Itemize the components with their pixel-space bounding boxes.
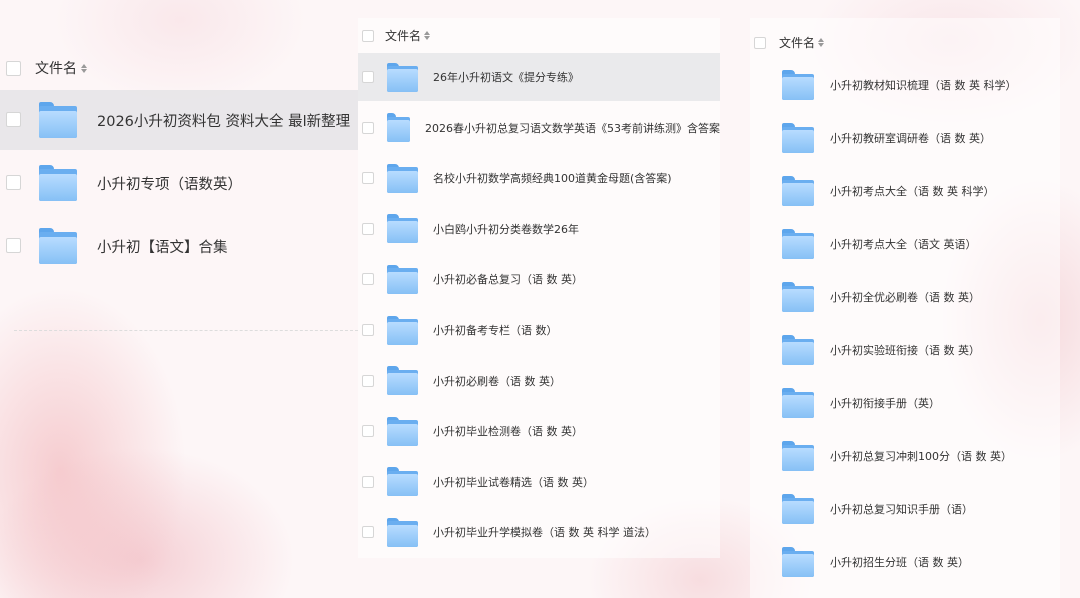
folder-icon <box>387 62 418 92</box>
folder-icon <box>387 214 418 244</box>
file-name[interactable]: 名校小升初数学高频经典100道黄金母题(含答案) <box>433 170 672 186</box>
folder-icon <box>782 441 814 471</box>
list-header: 文件名 <box>754 34 825 51</box>
folder-icon <box>387 264 418 294</box>
file-name[interactable]: 小升初考点大全（语文 英语） <box>830 236 977 252</box>
file-row[interactable]: 小白鸥小升初分类卷数学26年 <box>358 205 720 253</box>
row-checkbox[interactable] <box>6 175 21 190</box>
file-row[interactable]: 小升初考点大全（语 数 英 科学） <box>750 166 1060 216</box>
folder-icon <box>782 123 814 153</box>
file-row[interactable]: 小升初教研室调研卷（语 数 英） <box>750 113 1060 163</box>
folder-icon <box>782 388 814 418</box>
file-row[interactable]: 小升初全优必刷卷（语 数 英） <box>750 272 1060 322</box>
file-list-panel-2: 文件名 26年小升初语文《提分专练》 2026春小升初总复习语文数学英语《53考前… <box>358 18 720 558</box>
row-checkbox[interactable] <box>362 425 374 438</box>
file-row[interactable]: 小升初考点大全（语文 英语） <box>750 219 1060 269</box>
folder-icon <box>782 547 814 577</box>
row-checkbox[interactable] <box>362 273 374 286</box>
file-row[interactable]: 小升初备考专栏（语 数） <box>358 306 720 354</box>
folder-icon <box>387 517 418 547</box>
file-name[interactable]: 小升初教材知识梳理（语 数 英 科学） <box>830 77 1017 93</box>
file-row[interactable]: 小升初毕业升学模拟卷（语 数 英 科学 道法） <box>358 508 720 556</box>
file-row[interactable]: 小升初衔接手册（英） <box>750 378 1060 428</box>
row-checkbox[interactable] <box>6 238 21 253</box>
list-header: 文件名 <box>6 58 87 78</box>
file-name[interactable]: 小升初备考专栏（语 数） <box>433 322 558 338</box>
folder-icon <box>782 335 814 365</box>
file-name[interactable]: 小升初总复习冲刺100分（语 数 英） <box>830 448 1012 464</box>
folder-icon <box>387 163 418 193</box>
file-name[interactable]: 小升初实验班衔接（语 数 英） <box>830 342 980 358</box>
folder-icon <box>387 315 418 345</box>
sort-icon[interactable] <box>81 63 87 73</box>
row-checkbox[interactable] <box>362 374 374 387</box>
column-header-filename[interactable]: 文件名 <box>385 27 421 44</box>
file-row[interactable]: 小升初专项（语数英） <box>0 153 358 213</box>
select-all-checkbox[interactable] <box>6 60 21 76</box>
row-checkbox[interactable] <box>362 526 374 539</box>
file-row[interactable]: 小升初教材知识梳理（语 数 英 科学） <box>750 60 1060 110</box>
file-list-panel-1: 文件名 2026小升初资料包 资料大全 最l新整理 小升初专项（语数英） 小升初【语… <box>0 40 358 340</box>
folder-icon <box>387 416 418 446</box>
file-name[interactable]: 小升初总复习知识手册（语） <box>830 501 973 517</box>
file-name[interactable]: 小升初毕业试卷精选（语 数 英） <box>433 474 594 490</box>
file-row[interactable]: 小升初必备总复习（语 数 英） <box>358 255 720 303</box>
file-name[interactable]: 小升初必刷卷（语 数 英） <box>433 373 561 389</box>
file-row[interactable]: 2026春小升初总复习语文数学英语《53考前讲练测》含答案 <box>358 104 720 152</box>
file-row[interactable]: 小升初毕业试卷精选（语 数 英） <box>358 458 720 506</box>
row-checkbox[interactable] <box>362 121 374 134</box>
row-checkbox[interactable] <box>362 222 374 235</box>
file-row[interactable]: 2026小升初资料包 资料大全 最l新整理 <box>0 90 358 150</box>
folder-icon <box>387 366 418 396</box>
folder-icon <box>387 113 410 143</box>
row-checkbox[interactable] <box>362 475 374 488</box>
folder-icon <box>387 467 418 497</box>
file-name[interactable]: 小升初专项（语数英） <box>97 173 242 194</box>
file-name[interactable]: 小升初全优必刷卷（语 数 英） <box>830 289 980 305</box>
file-name[interactable]: 2026春小升初总复习语文数学英语《53考前讲练测》含答案 <box>425 120 720 136</box>
column-header-filename[interactable]: 文件名 <box>35 58 77 78</box>
file-name[interactable]: 小升初考点大全（语 数 英 科学） <box>830 183 995 199</box>
row-checkbox[interactable] <box>362 71 374 83</box>
select-all-checkbox[interactable] <box>362 29 374 42</box>
file-list-panel-3: 文件名 小升初教材知识梳理（语 数 英 科学） 小升初教研室调研卷（语 数 英） 小… <box>750 18 1060 598</box>
sort-icon[interactable] <box>424 31 431 40</box>
file-row[interactable]: 小升初总复习冲刺100分（语 数 英） <box>750 431 1060 481</box>
row-checkbox[interactable] <box>6 112 21 127</box>
file-row[interactable]: 26年小升初语文《提分专练》 <box>358 53 720 101</box>
column-header-filename[interactable]: 文件名 <box>779 34 815 51</box>
file-row[interactable]: 小升初毕业检测卷（语 数 英） <box>358 407 720 455</box>
file-name[interactable]: 小升初毕业升学模拟卷（语 数 英 科学 道法） <box>433 524 656 540</box>
select-all-checkbox[interactable] <box>754 36 766 49</box>
folder-icon <box>782 494 814 524</box>
sort-icon[interactable] <box>818 38 825 47</box>
folder-icon <box>782 70 814 100</box>
file-name[interactable]: 小升初必备总复习（语 数 英） <box>433 271 583 287</box>
file-row[interactable]: 小升初实验班衔接（语 数 英） <box>750 325 1060 375</box>
folder-icon <box>39 228 77 264</box>
file-name[interactable]: 小白鸥小升初分类卷数学26年 <box>433 221 579 237</box>
list-header: 文件名 <box>362 27 431 44</box>
folder-icon <box>782 229 814 259</box>
file-name[interactable]: 2026小升初资料包 资料大全 最l新整理 <box>97 110 350 131</box>
folder-icon <box>782 176 814 206</box>
row-checkbox[interactable] <box>362 172 374 185</box>
folder-icon <box>39 102 77 138</box>
file-name[interactable]: 小升初【语文】合集 <box>97 236 228 257</box>
file-name[interactable]: 小升初毕业检测卷（语 数 英） <box>433 423 583 439</box>
folder-icon <box>782 282 814 312</box>
file-row[interactable]: 小升初【语文】合集 <box>0 216 358 276</box>
folder-icon <box>39 165 77 201</box>
file-name[interactable]: 小升初衔接手册（英） <box>830 395 940 411</box>
file-name[interactable]: 小升初招生分班（语 数 英） <box>830 554 969 570</box>
divider <box>14 330 358 331</box>
file-row[interactable]: 小升初招生分班（语 数 英） <box>750 537 1060 587</box>
file-name[interactable]: 小升初教研室调研卷（语 数 英） <box>830 130 991 146</box>
file-name[interactable]: 26年小升初语文《提分专练》 <box>433 69 579 85</box>
file-row[interactable]: 名校小升初数学高频经典100道黄金母题(含答案) <box>358 154 720 202</box>
file-row[interactable]: 小升初总复习知识手册（语） <box>750 484 1060 534</box>
row-checkbox[interactable] <box>362 324 374 336</box>
file-row[interactable]: 小升初必刷卷（语 数 英） <box>358 357 720 405</box>
